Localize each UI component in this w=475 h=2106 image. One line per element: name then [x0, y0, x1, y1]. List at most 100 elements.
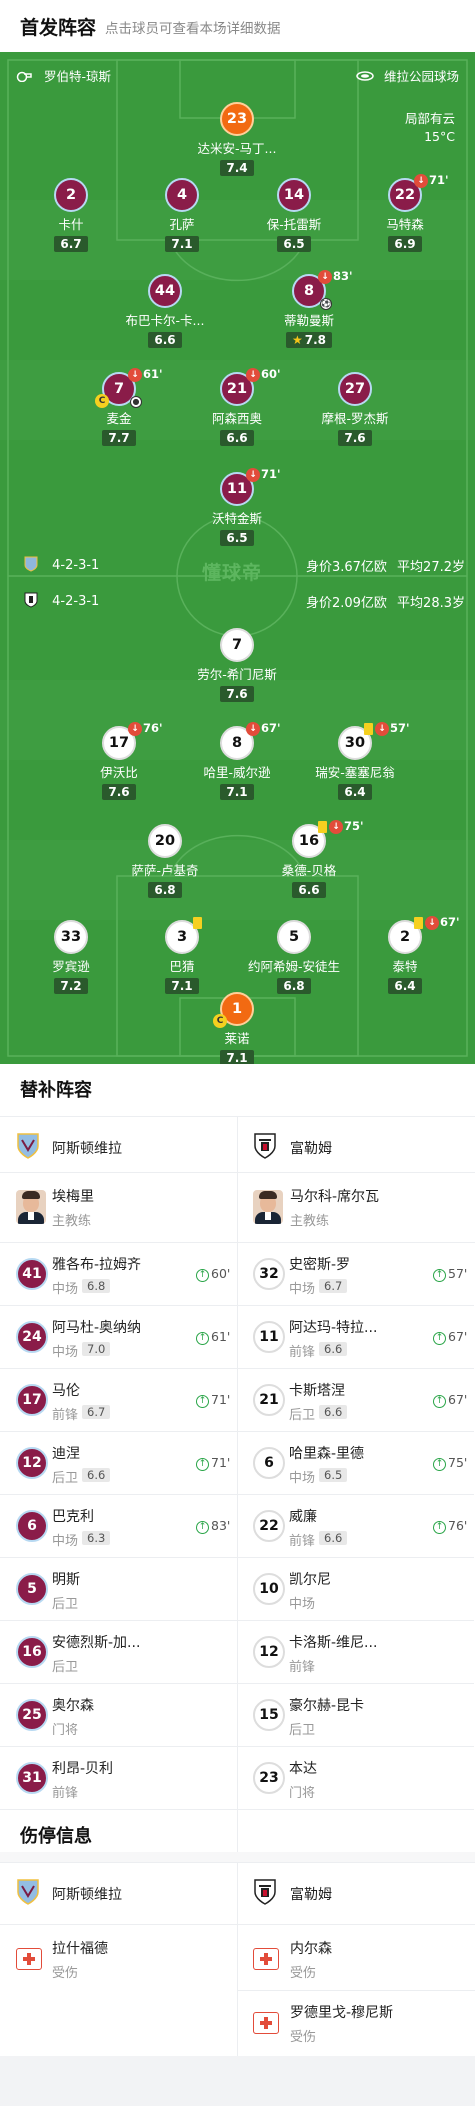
home-player-22[interactable]: 22 ↓ 71' 马特森 6.9 — [350, 173, 460, 252]
sub-name: 雅各布-拉姆齐 — [52, 1257, 142, 1273]
away-player-30[interactable]: 30 ↓ 57' 瑞安-塞塞尼翁 6.4 — [300, 721, 410, 800]
home-team-name: 阿斯顿维拉 — [52, 1141, 122, 1157]
player-name: 摩根-罗杰斯 — [321, 411, 389, 426]
home-player-8[interactable]: 8 ↓ 83' ⚽ 蒂勒曼斯 ★ 7.8 — [254, 269, 364, 348]
away-player-17[interactable]: 17 ↓ 76' 伊沃比 7.6 — [64, 721, 174, 800]
home-player-14[interactable]: 14 保-托雷斯 6.5 — [239, 178, 349, 252]
sub-in-time: ↑ 76' — [433, 1518, 467, 1534]
weather-text: 局部有云 — [404, 111, 455, 126]
sub-out-icon: ↓ — [329, 820, 343, 834]
home-player-44[interactable]: 44 布巴卡尔-卡... 6.6 — [110, 274, 220, 348]
player-rating: 6.6 — [292, 882, 326, 898]
page-subtitle: 点击球员可查看本场详细数据 — [105, 21, 281, 37]
player-rating: 7.6 — [102, 784, 136, 800]
sub-time: 61' — [143, 367, 163, 381]
sub-time: 83' — [333, 269, 353, 283]
away-player-1[interactable]: 1 C 莱诺 7.1 — [182, 992, 292, 1064]
player-rating: 6.9 — [388, 236, 422, 252]
player-rating: 6.5 — [220, 530, 254, 546]
player-number: 21 ↓ 60' — [220, 367, 281, 406]
sub-position: 中场 — [289, 1282, 316, 1297]
away-avg-age: 平均28.3岁 — [397, 596, 465, 611]
home-player-21[interactable]: 21 ↓ 60' 阿森西奥 6.6 — [182, 367, 292, 446]
sub-name: 威廉 — [289, 1509, 317, 1525]
pitch: 罗伯特-琼斯 维拉公园球场 局部有云 15°C 懂球帝 4-2-3-1 身价3.… — [0, 52, 475, 1064]
sub-name: 奥尔森 — [52, 1698, 94, 1714]
home-player-27[interactable]: 27 摩根-罗杰斯 7.6 — [300, 372, 410, 446]
away-player-2[interactable]: 2 ↓ 67' 泰特 6.4 — [350, 915, 460, 994]
player-name: 萨萨-卢基奇 — [131, 863, 199, 878]
sub-in-time: ↑ 61' — [196, 1329, 230, 1345]
away-team-name: 富勒姆 — [290, 1887, 332, 1903]
sub-name: 利昂-贝利 — [52, 1761, 114, 1777]
away-player-3[interactable]: 3 巴猜 7.1 — [127, 917, 237, 994]
player-rating: 6.4 — [388, 978, 422, 994]
sub-number: 21 — [253, 1384, 285, 1416]
sub-in-icon: ↑ — [196, 1395, 209, 1408]
injury-medkit-icon — [253, 2012, 279, 2034]
sub-name: 马伦 — [52, 1383, 80, 1399]
sub-position: 前锋 — [289, 1534, 316, 1549]
home-player-11[interactable]: 11 ↓ 71' 沃特金斯 6.5 — [182, 467, 292, 546]
sub-position: 中场 — [52, 1282, 79, 1297]
home-player-2[interactable]: 2 卡什 6.7 — [16, 178, 126, 252]
sub-rating: 6.6 — [82, 1468, 111, 1482]
sub-position: 门将 — [289, 1786, 316, 1801]
away-coach-name[interactable]: 马尔科-席尔瓦 — [290, 1186, 379, 1206]
injury-title: 伤停信息 — [20, 1826, 92, 1847]
player-name: 伊沃比 — [100, 765, 138, 780]
sub-out-icon: ↓ — [128, 722, 142, 736]
sub-number: 12 — [16, 1447, 48, 1479]
player-number: 8 ↓ 67' — [220, 721, 281, 760]
player-number: 20 — [148, 824, 182, 858]
injured-player-name[interactable]: 罗德里戈-穆尼斯 — [290, 2002, 393, 2022]
player-number: 14 — [277, 178, 311, 212]
injured-player-name[interactable]: 内尔森 — [290, 1938, 332, 1958]
away-player-5[interactable]: 5 约阿希姆-安徒生 6.8 — [239, 920, 349, 994]
sub-number: 17 — [16, 1384, 48, 1416]
sub-number: 41 — [16, 1258, 48, 1290]
home-player-23[interactable]: 23 达米安-马丁... 7.4 — [182, 102, 292, 176]
fulham-crest-icon — [254, 1133, 276, 1159]
away-team-name: 富勒姆 — [290, 1141, 332, 1157]
away-player-20[interactable]: 20 萨萨-卢基奇 6.8 — [110, 824, 220, 898]
player-rating: 7.4 — [220, 160, 254, 176]
away-coach-role: 主教练 — [290, 1214, 330, 1229]
player-name: 莱诺 — [224, 1031, 250, 1046]
player-number: 1 C — [213, 992, 254, 1028]
home-player-4[interactable]: 4 孔萨 7.1 — [127, 178, 237, 252]
player-number: 2 — [54, 178, 88, 212]
home-player-7[interactable]: 7 ↓ 61' C ● 麦金 7.7 — [64, 367, 174, 446]
home-coach-name[interactable]: 埃梅里 — [52, 1186, 94, 1206]
away-player-33[interactable]: 33 罗宾逊 7.2 — [16, 920, 126, 994]
referee-info: 罗伯特-琼斯 — [16, 66, 111, 85]
away-player-16[interactable]: 16 ↓ 75' 桑德-贝格 6.6 — [254, 819, 364, 898]
sub-in-time: ↑ 67' — [433, 1392, 467, 1408]
stadium-name: 维拉公园球场 — [383, 69, 459, 84]
sub-time: 76' — [143, 721, 163, 735]
player-rating: 7.1 — [220, 1050, 254, 1064]
sub-position: 门将 — [52, 1723, 79, 1738]
home-coach-role: 主教练 — [52, 1214, 92, 1229]
player-name: 桑德-贝格 — [281, 863, 337, 878]
player-name: 孔萨 — [169, 217, 195, 232]
injury-status: 受伤 — [52, 1966, 79, 1981]
player-number: 16 ↓ 75' — [292, 819, 364, 858]
assist-boot-icon: ● — [130, 396, 142, 408]
player-number: 33 — [54, 920, 88, 954]
injured-player-name[interactable]: 拉什福德 — [52, 1938, 108, 1958]
sub-position: 后卫 — [52, 1471, 79, 1486]
sub-name: 明斯 — [52, 1572, 80, 1588]
fulham-crest-icon — [24, 592, 38, 608]
sub-rating: 6.6 — [319, 1405, 348, 1419]
yellow-card-icon — [193, 917, 202, 929]
player-name: 达米安-马丁... — [197, 141, 277, 156]
home-team-name: 阿斯顿维拉 — [52, 1887, 122, 1903]
away-player-7[interactable]: 7 劳尔-希门尼斯 7.6 — [182, 628, 292, 702]
away-player-8[interactable]: 8 ↓ 67' 哈里-威尔逊 7.1 — [182, 721, 292, 800]
sub-in-time: ↑ 67' — [433, 1329, 467, 1345]
player-rating: 6.7 — [54, 236, 88, 252]
sub-position: 中场 — [52, 1534, 79, 1549]
away-formation-row: 4-2-3-1 — [24, 592, 99, 609]
player-rating: 6.8 — [148, 882, 182, 898]
